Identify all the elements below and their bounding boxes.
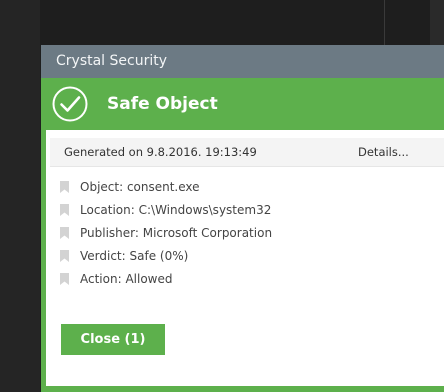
details-link[interactable]: Details... xyxy=(358,138,409,166)
bookmark-icon xyxy=(60,273,69,285)
bookmark-icon xyxy=(60,204,69,216)
bookmark-icon xyxy=(60,181,69,193)
window-titlebar[interactable]: Crystal Security xyxy=(41,45,444,78)
window-title: Crystal Security xyxy=(56,53,168,69)
generated-bar: Generated on 9.8.2016. 19:13:49 Details.… xyxy=(50,138,444,167)
background-panel-right xyxy=(430,0,444,46)
info-label: Object: consent.exe xyxy=(80,180,200,194)
info-label: Location: C:\Windows\system32 xyxy=(80,203,272,217)
info-item-object: Object: consent.exe xyxy=(46,176,444,198)
generated-timestamp: Generated on 9.8.2016. 19:13:49 xyxy=(64,145,257,159)
info-label: Action: Allowed xyxy=(80,272,173,286)
details-panel: Generated on 9.8.2016. 19:13:49 Details.… xyxy=(46,130,444,386)
background-divider xyxy=(384,0,385,46)
status-header: Safe Object xyxy=(41,78,444,130)
info-item-action: Action: Allowed xyxy=(46,268,444,290)
bookmark-icon xyxy=(60,250,69,262)
background-panel-left xyxy=(0,0,40,392)
notification-window: Crystal Security Safe Object Generated o… xyxy=(41,45,444,392)
info-item-verdict: Verdict: Safe (0%) xyxy=(46,245,444,267)
close-button[interactable]: Close (1) xyxy=(61,324,165,355)
checkmark-circle-icon xyxy=(52,86,88,122)
status-title: Safe Object xyxy=(107,94,218,114)
info-label: Publisher: Microsoft Corporation xyxy=(80,226,273,240)
info-item-location: Location: C:\Windows\system32 xyxy=(46,199,444,221)
info-item-publisher: Publisher: Microsoft Corporation xyxy=(46,222,444,244)
bookmark-icon xyxy=(60,227,69,239)
info-label: Verdict: Safe (0%) xyxy=(80,249,189,263)
